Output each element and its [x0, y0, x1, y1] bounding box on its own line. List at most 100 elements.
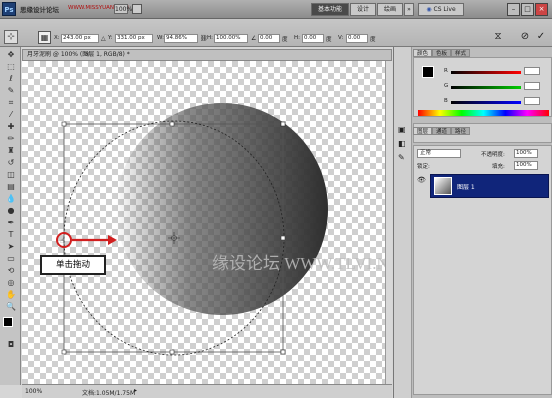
tab-color[interactable]: 颜色 [413, 49, 433, 57]
move-tool-icon[interactable]: ✥ [5, 49, 17, 60]
workspace-more-icon[interactable]: » [404, 3, 414, 16]
cs-live-label: CS Live [433, 6, 456, 13]
vskew-field[interactable]: 0.00 [346, 34, 368, 43]
transform-handle[interactable] [169, 121, 175, 127]
marquee-tool-icon[interactable]: ⬚ [5, 61, 17, 72]
document-tab[interactable]: 月牙泥刷 @ 100% (图层 1, RGB/8) * × [22, 49, 392, 61]
hand-tool-icon[interactable]: ✋ [5, 289, 17, 300]
status-arrow-icon[interactable]: ▸ [134, 387, 137, 394]
tab-paths[interactable]: 路径 [451, 127, 471, 135]
maximize-icon[interactable]: □ [521, 3, 534, 16]
screen-mode-icon[interactable] [132, 4, 142, 14]
b-label: B [444, 98, 448, 104]
hskew-field[interactable]: 0.00 [302, 34, 324, 43]
y-field[interactable]: 331.00 px [115, 34, 153, 43]
workspace-painting-button[interactable]: 绘画 [377, 3, 403, 16]
healing-brush-tool-icon[interactable]: ✚ [5, 121, 17, 132]
g-slider[interactable] [451, 86, 521, 89]
vskew-unit: 度 [370, 37, 376, 43]
close-icon[interactable]: × [535, 3, 548, 16]
transform-handle[interactable] [280, 349, 286, 355]
pen-tool-icon[interactable]: ✒ [5, 217, 17, 228]
r-field[interactable] [524, 67, 540, 75]
path-select-tool-icon[interactable]: ➤ [5, 241, 17, 252]
b-slider[interactable] [451, 101, 521, 104]
gradient-tool-icon[interactable]: ▤ [5, 181, 17, 192]
toolbox: ✥ ⬚ ℓ ✎ ⌗ ⁄ ✚ ✏ ♜ ↺ ◫ ▤ 💧 ● ✒ T ➤ ▭ ⟲ ◎ … [0, 47, 21, 385]
delta-icon[interactable]: △ [101, 35, 106, 42]
width-field[interactable]: 94.86% [164, 34, 198, 43]
minimize-icon[interactable]: – [507, 3, 520, 16]
angle-field[interactable]: 0.00 [258, 34, 280, 43]
instruction-callout: 单击拖动 [40, 255, 106, 275]
height-field[interactable]: 100.00% [214, 34, 248, 43]
g-label: G [444, 83, 449, 89]
dodge-tool-icon[interactable]: ● [5, 205, 17, 216]
tab-styles[interactable]: 样式 [451, 49, 471, 57]
rotate-icon: ∠ [251, 35, 257, 42]
type-tool-icon[interactable]: T [5, 229, 17, 240]
opacity-field[interactable]: 100% [514, 149, 538, 158]
transform-handle[interactable] [280, 121, 286, 127]
lasso-tool-icon[interactable]: ℓ [5, 73, 17, 84]
eye-icon[interactable]: 👁 [417, 176, 427, 186]
opacity-label: 不透明度: [481, 152, 505, 158]
watermark-text: 缘设论坛 WWW.TLVI.NET [212, 254, 385, 273]
eraser-tool-icon[interactable]: ◫ [5, 169, 17, 180]
tab-channels[interactable]: 通道 [432, 127, 452, 135]
x-label: X: [54, 35, 60, 41]
layers-panel-tabs: 图层 通道 路径 [413, 127, 471, 135]
3d-rotate-tool-icon[interactable]: ⟲ [5, 265, 17, 276]
history-brush-tool-icon[interactable]: ↺ [5, 157, 17, 168]
x-field[interactable]: 243.00 px [61, 34, 99, 43]
quick-select-tool-icon[interactable]: ✎ [5, 85, 17, 96]
3d-orbit-tool-icon[interactable]: ◎ [5, 277, 17, 288]
drag-arrow-head [108, 235, 117, 245]
zoom-level-select[interactable]: 100% [114, 4, 132, 14]
lock-label: 锁定: [417, 164, 430, 170]
brush-tool-icon[interactable]: ✏ [5, 133, 17, 144]
g-field[interactable] [524, 82, 540, 90]
blend-mode-select[interactable]: 正常 [417, 149, 461, 158]
panel-icon-3[interactable]: ✎ [398, 153, 405, 162]
eyedropper-tool-icon[interactable]: ⁄ [5, 109, 17, 120]
fill-field[interactable]: 100% [514, 161, 538, 170]
layer-thumbnail [434, 177, 452, 195]
color-spectrum-bar[interactable] [418, 110, 549, 116]
tab-swatches[interactable]: 色板 [432, 49, 452, 57]
layer-row[interactable]: 图层 1 [430, 174, 549, 198]
document-title: 月牙泥刷 @ 100% (图层 1, RGB/8) * [27, 51, 130, 58]
panel-icon-1[interactable]: ▣ [398, 125, 406, 134]
commit-transform-icon[interactable]: ✓ [535, 31, 547, 44]
blur-tool-icon[interactable]: 💧 [5, 193, 17, 204]
cancel-transform-icon[interactable]: ⊘ [519, 31, 531, 44]
canvas-area[interactable]: ☝ 缘设论坛 WWW.TLVI.NET [22, 61, 392, 384]
crop-tool-icon[interactable]: ⌗ [5, 97, 17, 108]
color-panel: R G B [413, 57, 552, 117]
quick-mask-icon[interactable]: ◘ [5, 339, 17, 350]
shape-tool-icon[interactable]: ▭ [5, 253, 17, 264]
panel-icon-2[interactable]: ◧ [398, 139, 406, 148]
warp-mode-icon[interactable]: ⧖ [491, 31, 505, 44]
zoom-readout[interactable]: 100% [25, 388, 42, 395]
r-slider[interactable] [451, 71, 521, 74]
cs-live-button[interactable]: ◉ CS Live [418, 3, 464, 16]
zoom-tool-icon[interactable]: 🔍 [5, 301, 17, 312]
tab-close-icon[interactable]: × [85, 50, 90, 60]
hskew-label: H: [294, 35, 300, 41]
color-fg-swatch[interactable] [422, 66, 434, 78]
canvas-artwork[interactable]: ☝ 缘设论坛 WWW.TLVI.NET [22, 61, 385, 384]
workspace-essentials-button[interactable]: 基本功能 [311, 3, 349, 16]
transform-handle[interactable] [61, 121, 67, 127]
transform-handle[interactable] [61, 349, 67, 355]
vertical-scrollbar[interactable] [385, 61, 392, 384]
stamp-tool-icon[interactable]: ♜ [5, 145, 17, 156]
tab-layers[interactable]: 图层 [413, 127, 433, 135]
reference-point-icon[interactable]: ▦ [38, 31, 51, 44]
transform-handle[interactable] [169, 349, 175, 355]
transform-tool-icon[interactable]: ⊹ [4, 30, 18, 44]
b-field[interactable] [524, 97, 540, 105]
transform-handle[interactable] [280, 235, 286, 241]
foreground-color-swatch[interactable] [3, 317, 13, 327]
workspace-design-button[interactable]: 设计 [350, 3, 376, 16]
